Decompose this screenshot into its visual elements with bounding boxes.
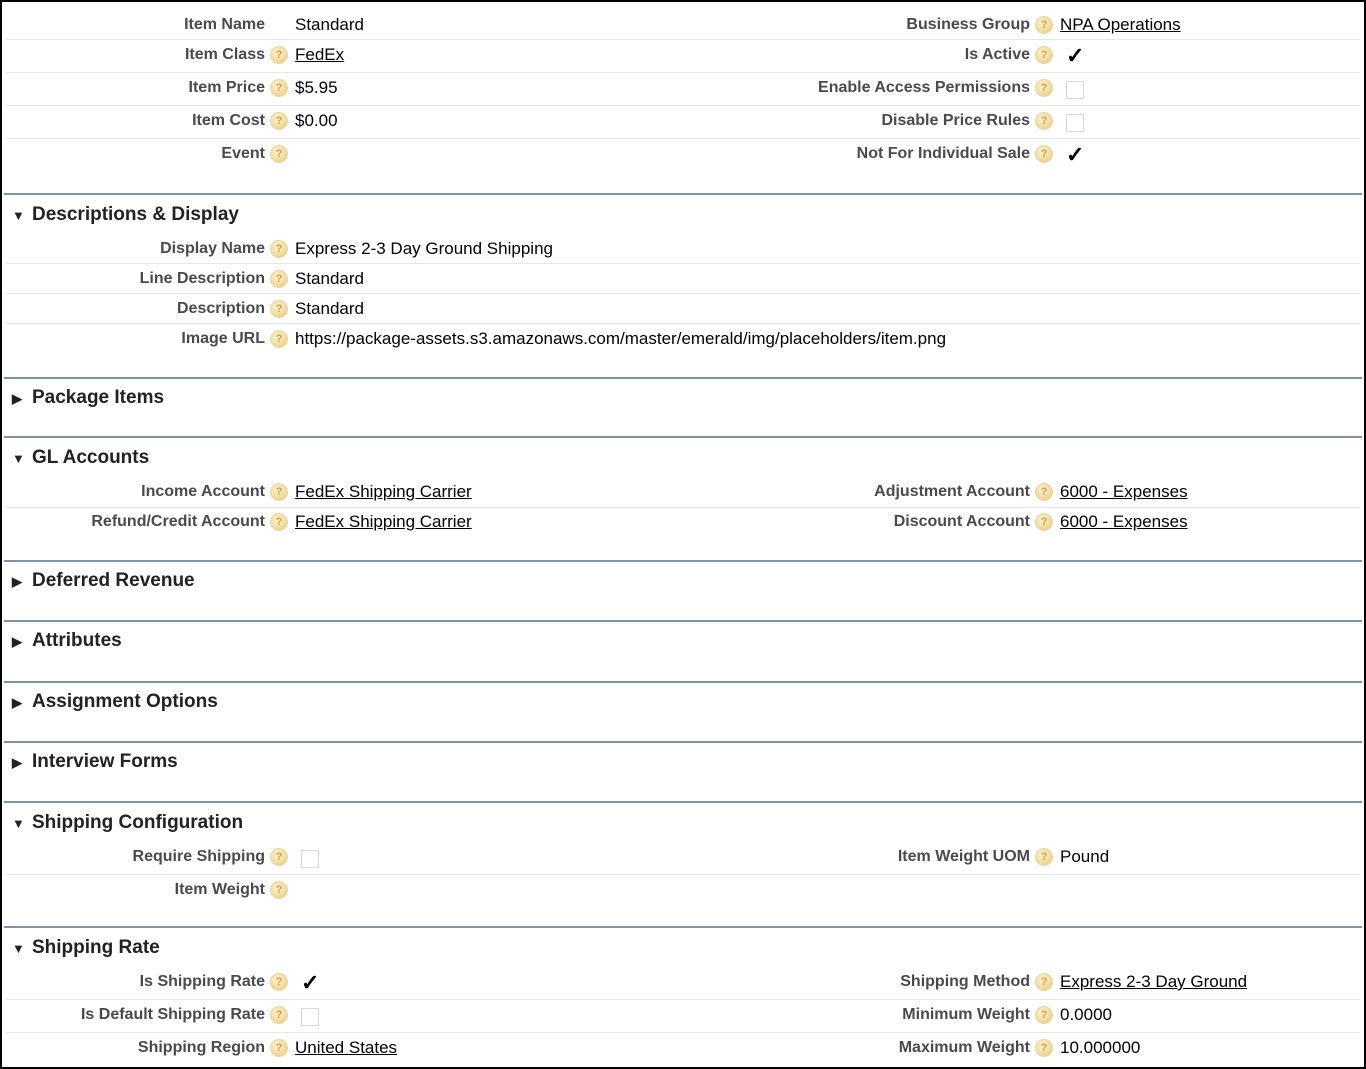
record-detail-panel: Item Name Standard Business Group ? NPA … <box>0 0 1366 1069</box>
collapsed-triangle-icon: ▶ <box>12 634 22 649</box>
help-icon[interactable]: ? <box>1035 848 1053 866</box>
help-icon[interactable]: ? <box>270 240 288 258</box>
section-header-descriptions[interactable]: ▼ Descriptions & Display <box>12 203 239 227</box>
field-label-minimum-weight: Minimum Weight <box>902 1006 1030 1023</box>
field-label-not-individual-sale: Not For Individual Sale <box>856 145 1030 162</box>
help-icon[interactable]: ? <box>270 270 288 288</box>
help-icon[interactable]: ? <box>1035 1006 1053 1024</box>
section-divider <box>4 377 1362 379</box>
section-header-shipping-rate[interactable]: ▼ Shipping Rate <box>12 936 160 960</box>
section-divider <box>4 801 1362 803</box>
section-title: Attributes <box>32 630 122 651</box>
section-divider <box>4 741 1362 743</box>
section-divider <box>4 681 1362 683</box>
section-title: Descriptions & Display <box>32 204 239 225</box>
field-label-maximum-weight: Maximum Weight <box>898 1039 1030 1056</box>
adjustment-account-link[interactable]: 6000 - Expenses <box>1060 482 1188 502</box>
field-label-item-weight: Item Weight <box>174 881 265 898</box>
disable-price-rules-checkbox[interactable] <box>1066 114 1084 132</box>
help-icon[interactable]: ? <box>1035 79 1053 97</box>
field-label-item-weight-uom: Item Weight UOM <box>897 848 1030 865</box>
section-title: Deferred Revenue <box>32 570 195 591</box>
section-title: Shipping Configuration <box>32 812 244 833</box>
section-header-interview-forms[interactable]: ▶ Interview Forms <box>12 750 178 774</box>
field-label-enable-access: Enable Access Permissions <box>818 79 1030 96</box>
field-value-minimum-weight: 0.0000 <box>1060 1005 1112 1024</box>
checkmark-icon: ✓ <box>1066 142 1085 167</box>
field-label-business-group: Business Group <box>906 16 1030 33</box>
help-icon[interactable]: ? <box>1035 483 1053 501</box>
section-title: Interview Forms <box>32 751 178 772</box>
expanded-triangle-icon: ▼ <box>12 451 25 466</box>
field-label-discount-account: Discount Account <box>893 513 1030 530</box>
help-icon[interactable]: ? <box>270 330 288 348</box>
row-divider <box>6 138 1360 139</box>
row-divider <box>6 39 1360 40</box>
section-title: Shipping Rate <box>32 937 160 958</box>
row-divider <box>6 507 1360 508</box>
section-divider <box>4 436 1362 438</box>
field-value-item-weight-uom: Pound <box>1060 847 1110 866</box>
help-icon[interactable]: ? <box>1035 112 1053 130</box>
expanded-triangle-icon: ▼ <box>12 941 25 956</box>
row-divider <box>6 999 1360 1000</box>
section-header-package-items[interactable]: ▶ Package Items <box>12 386 164 410</box>
section-header-assignment-options[interactable]: ▶ Assignment Options <box>12 690 218 714</box>
help-icon[interactable]: ? <box>270 300 288 318</box>
collapsed-triangle-icon: ▶ <box>12 574 22 589</box>
row-divider <box>6 263 1360 264</box>
help-icon[interactable]: ? <box>1035 1039 1053 1057</box>
section-divider <box>4 193 1362 195</box>
field-label-line-description: Line Description <box>139 270 265 287</box>
expanded-triangle-icon: ▼ <box>12 208 25 223</box>
collapsed-triangle-icon: ▶ <box>12 695 22 710</box>
field-label-image-url: Image URL <box>181 330 265 347</box>
help-icon[interactable]: ? <box>1035 16 1053 34</box>
section-title: Assignment Options <box>32 691 218 712</box>
row-divider <box>6 293 1360 294</box>
field-label-display-name: Display Name <box>160 240 265 257</box>
business-group-link[interactable]: NPA Operations <box>1060 15 1181 35</box>
section-divider <box>4 926 1362 928</box>
field-label-adjustment-account: Adjustment Account <box>874 483 1030 500</box>
section-divider <box>4 560 1362 562</box>
help-icon[interactable]: ? <box>1035 46 1053 64</box>
section-header-deferred-revenue[interactable]: ▶ Deferred Revenue <box>12 569 195 593</box>
row-divider <box>6 72 1360 73</box>
checkmark-icon: ✓ <box>1066 43 1085 68</box>
shipping-method-link[interactable]: Express 2-3 Day Ground <box>1060 972 1247 992</box>
help-icon[interactable]: ? <box>1035 513 1053 531</box>
enable-access-checkbox[interactable] <box>1066 81 1084 99</box>
help-icon[interactable]: ? <box>1035 145 1053 163</box>
field-value-line-description: Standard <box>295 269 364 288</box>
row-divider <box>6 105 1360 106</box>
row-divider <box>6 1032 1360 1033</box>
row-divider <box>6 323 1360 324</box>
field-label-shipping-method: Shipping Method <box>900 973 1030 990</box>
field-value-description: Standard <box>295 299 364 318</box>
row-divider <box>6 874 1360 875</box>
field-label-description: Description <box>176 300 265 317</box>
discount-account-link[interactable]: 6000 - Expenses <box>1060 512 1188 532</box>
section-header-shipping-configuration[interactable]: ▼ Shipping Configuration <box>12 811 243 835</box>
expanded-triangle-icon: ▼ <box>12 816 25 831</box>
section-title: Package Items <box>32 387 165 408</box>
section-divider <box>4 620 1362 622</box>
section-title: GL Accounts <box>32 447 150 468</box>
field-value-image-url: https://package-assets.s3.amazonaws.com/… <box>295 329 947 348</box>
help-icon[interactable]: ? <box>1035 973 1053 991</box>
section-header-gl-accounts[interactable]: ▼ GL Accounts <box>12 446 149 470</box>
help-icon[interactable]: ? <box>270 881 288 899</box>
collapsed-triangle-icon: ▶ <box>12 755 22 770</box>
field-label-disable-price-rules: Disable Price Rules <box>881 112 1030 129</box>
field-label-is-active: Is Active <box>964 46 1030 63</box>
field-value-display-name: Express 2-3 Day Ground Shipping <box>295 239 553 258</box>
section-header-attributes[interactable]: ▶ Attributes <box>12 629 122 653</box>
field-value-maximum-weight: 10.000000 <box>1060 1038 1141 1057</box>
collapsed-triangle-icon: ▶ <box>12 391 22 406</box>
